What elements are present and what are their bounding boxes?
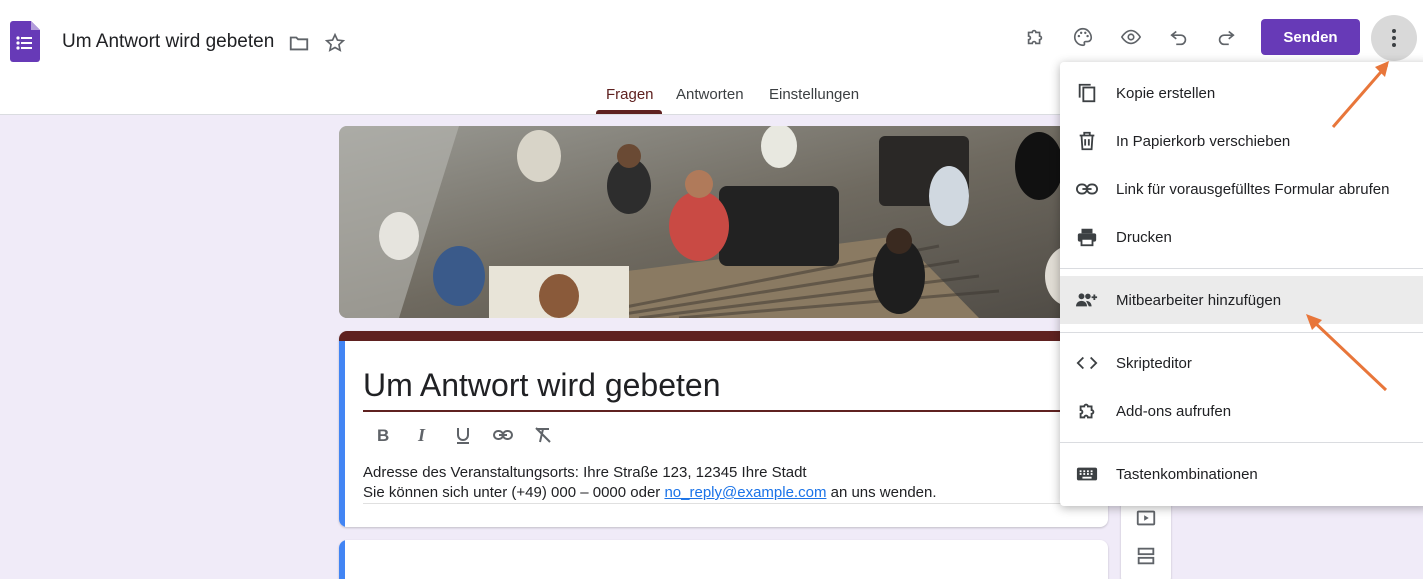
description-underline <box>363 503 1084 504</box>
menu-item-prefilled-link[interactable]: Link für vorausgefülltes Formular abrufe… <box>1060 165 1423 213</box>
menu-item-label: Link für vorausgefülltes Formular abrufe… <box>1116 180 1390 198</box>
description-line-2: Sie können sich unter (+49) 000 – 0000 o… <box>363 483 1063 503</box>
svg-text:B: B <box>377 426 389 445</box>
menu-item-label: Add-ons aufrufen <box>1116 402 1232 420</box>
svg-text:I: I <box>417 425 426 445</box>
menu-item-print[interactable]: Drucken <box>1060 213 1423 261</box>
keyboard-icon <box>1075 462 1099 486</box>
star-icon[interactable] <box>322 30 348 56</box>
title-underline <box>363 410 1084 412</box>
form-title-card: Um Antwort wird gebeten B I Adresse des … <box>339 331 1108 527</box>
email-link[interactable]: no_reply@example.com <box>664 484 826 501</box>
description-text: an uns wenden. <box>826 484 937 501</box>
tab-settings[interactable]: Einstellungen <box>769 86 859 103</box>
clear-format-icon[interactable] <box>531 423 555 447</box>
add-video-icon[interactable] <box>1133 505 1159 531</box>
description-text: Sie können sich unter (+49) 000 – 0000 o… <box>363 484 665 501</box>
menu-item-label: Tastenkombinationen <box>1116 465 1258 483</box>
form-description[interactable]: Adresse des Veranstaltungsorts: Ihre Str… <box>363 463 1063 503</box>
annotation-arrow-icon <box>1331 61 1389 128</box>
add-people-icon <box>1075 288 1099 312</box>
description-line-1: Adresse des Veranstaltungsorts: Ihre Str… <box>363 464 807 481</box>
menu-item-label: Skripteditor <box>1116 354 1192 372</box>
document-title[interactable]: Um Antwort wird gebeten <box>62 31 274 53</box>
undo-icon[interactable] <box>1166 24 1192 50</box>
addon-icon[interactable] <box>1022 24 1048 50</box>
forms-logo-icon[interactable] <box>10 21 40 62</box>
palette-icon[interactable] <box>1070 24 1096 50</box>
menu-divider <box>1060 442 1423 443</box>
italic-icon[interactable]: I <box>411 423 435 447</box>
menu-item-label: In Papierkorb verschieben <box>1116 132 1291 150</box>
send-button[interactable]: Senden <box>1261 19 1360 55</box>
code-icon <box>1075 351 1099 375</box>
folder-icon[interactable] <box>286 30 312 56</box>
menu-item-label: Kopie erstellen <box>1116 84 1216 102</box>
addon-icon <box>1075 399 1099 423</box>
redo-icon[interactable] <box>1213 24 1239 50</box>
bold-icon[interactable]: B <box>371 423 395 447</box>
menu-item-label: Drucken <box>1116 228 1172 246</box>
link-icon[interactable] <box>491 423 515 447</box>
menu-divider <box>1060 268 1423 269</box>
theme-color-bar <box>339 331 1108 341</box>
add-section-icon[interactable] <box>1133 543 1159 569</box>
print-icon <box>1075 225 1099 249</box>
menu-item-label: Mitbearbeiter hinzufügen <box>1116 291 1282 309</box>
side-toolbar <box>1121 495 1171 579</box>
link-icon <box>1075 177 1099 201</box>
header-banner-image <box>339 126 1108 318</box>
form-title[interactable]: Um Antwort wird gebeten <box>363 367 721 404</box>
preview-icon[interactable] <box>1118 24 1144 50</box>
tab-questions[interactable]: Fragen <box>606 86 654 103</box>
tab-responses[interactable]: Antworten <box>676 86 744 103</box>
focus-indicator <box>339 341 345 527</box>
menu-item-keyboard-shortcuts[interactable]: Tastenkombinationen <box>1060 450 1423 498</box>
annotation-arrow-icon <box>1306 314 1388 392</box>
question-card[interactable] <box>339 540 1108 579</box>
underline-icon[interactable] <box>451 423 475 447</box>
focus-indicator <box>339 540 345 579</box>
active-tab-indicator <box>596 110 662 114</box>
trash-icon <box>1075 129 1099 153</box>
copy-icon <box>1075 81 1099 105</box>
